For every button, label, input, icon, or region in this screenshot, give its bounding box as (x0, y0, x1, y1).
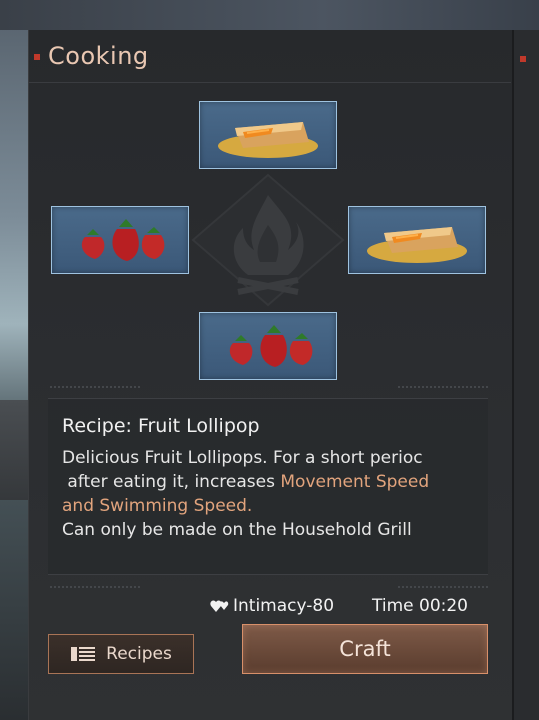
title-marker (34, 54, 40, 60)
recipes-button[interactable]: Recipes (48, 634, 194, 674)
adjacent-title-marker (520, 56, 526, 62)
time-stat: Time 00:20 (372, 596, 468, 616)
recipe-desc-line-4: Can only be made on the Household Grill (62, 520, 412, 540)
recipes-button-label: Recipes (106, 644, 172, 664)
panel-title: Cooking (48, 42, 149, 70)
recipe-desc-line-1: Delicious Fruit Lollipops. For a short p… (62, 448, 423, 468)
recipe-desc-line-2-text: after eating it, increases (62, 472, 281, 492)
campfire-icon (191, 173, 345, 307)
strawberries-icon (81, 219, 165, 261)
title-divider (28, 82, 511, 83)
ingredient-slot-bottom[interactable] (199, 312, 337, 380)
craft-button[interactable]: Craft (242, 624, 488, 674)
hearts-icon (210, 600, 229, 612)
background-top (0, 0, 539, 30)
ingredient-slot-top[interactable] (199, 101, 337, 169)
recipe-desc-line-3: and Swimming Speed. (62, 496, 253, 516)
intimacy-value: Intimacy-80 (233, 596, 335, 616)
honey-toast-icon (367, 227, 467, 263)
craft-button-label: Craft (339, 637, 391, 661)
decorative-divider-left (50, 386, 140, 388)
movement-speed-highlight: Movement Speed (280, 472, 430, 492)
ingredient-slot-right[interactable] (348, 206, 486, 274)
strawberries-icon (229, 325, 313, 367)
recipe-description: Delicious Fruit Lollipops. For a short p… (62, 446, 478, 542)
decorative-divider-bottom-right (398, 586, 488, 588)
decorative-divider-right (398, 386, 488, 388)
decorative-divider-bottom-left (50, 586, 140, 588)
intimacy-stat: Intimacy-80 (210, 596, 334, 616)
adjacent-panel (512, 30, 539, 720)
honey-toast-icon (218, 122, 318, 158)
recipe-desc-line-2: after eating it, increases Movement Spee… (62, 470, 478, 494)
recipe-title: Recipe: Fruit Lollipop (62, 415, 260, 437)
ingredient-slot-left[interactable] (51, 206, 189, 274)
recipe-book-icon (71, 647, 96, 661)
